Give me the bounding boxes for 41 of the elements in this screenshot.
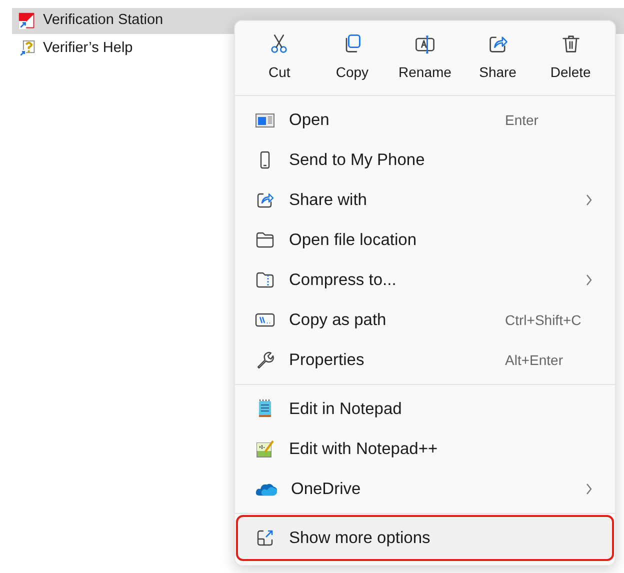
toolbar-button[interactable]: Cut xyxy=(243,33,316,89)
menu-label: Open xyxy=(289,110,330,131)
menu-label: Compress to... xyxy=(289,270,398,291)
menu-item[interactable]: Send to My Phone xyxy=(239,140,611,180)
menu-label: Share with xyxy=(289,190,368,211)
folder-icon xyxy=(255,230,275,250)
menu-item[interactable]: Open file location xyxy=(239,220,611,260)
file-name: Verifier’s Help xyxy=(43,39,133,58)
menu-item[interactable]: Share with xyxy=(239,180,611,220)
zip-folder-icon xyxy=(255,270,275,290)
notepad-plus-icon xyxy=(255,439,275,459)
menu-label: Properties xyxy=(289,350,366,371)
menu-label: Send to My Phone xyxy=(289,150,426,171)
menu-label: Open file location xyxy=(289,230,418,251)
menu-label: Edit in Notepad xyxy=(289,398,403,420)
shortcut-text: Alt+Enter xyxy=(505,350,564,370)
app-shortcut-icon xyxy=(18,12,36,30)
menu-label: OneDrive xyxy=(291,478,362,500)
shortcut-text: Ctrl+Shift+C xyxy=(505,310,582,330)
menu-item[interactable]: Compress to... xyxy=(239,260,611,300)
help-shortcut-icon xyxy=(18,40,36,58)
toolbar-button[interactable]: Delete xyxy=(534,33,607,89)
wrench-icon xyxy=(255,350,275,370)
toolbar-button[interactable]: Copy xyxy=(316,33,389,89)
menu-label: Copy as path xyxy=(289,310,388,331)
menu-item[interactable]: Edit in Notepad xyxy=(239,389,611,429)
rename-icon xyxy=(414,33,436,55)
toolbar-button[interactable]: Share xyxy=(461,33,534,89)
menu-item[interactable]: Properties Alt+Enter xyxy=(239,340,611,380)
menu-item[interactable]: OneDrive xyxy=(239,469,611,509)
menu-item[interactable]: Edit with Notepad++ xyxy=(239,429,611,469)
menu-item[interactable]: Show more options xyxy=(239,518,611,558)
expand-icon xyxy=(255,528,275,548)
shortcut-text: Enter xyxy=(505,110,540,130)
toolbar-button[interactable]: Rename xyxy=(388,33,462,89)
trash-icon xyxy=(560,33,582,55)
file-name: Verification Station xyxy=(43,11,164,30)
menu-item[interactable]: Copy as path Ctrl+Shift+C xyxy=(239,300,611,340)
menu-label: Edit with Notepad++ xyxy=(289,438,439,460)
menu-label: Show more options xyxy=(289,528,432,549)
menu-item[interactable]: Open Enter xyxy=(239,100,611,140)
